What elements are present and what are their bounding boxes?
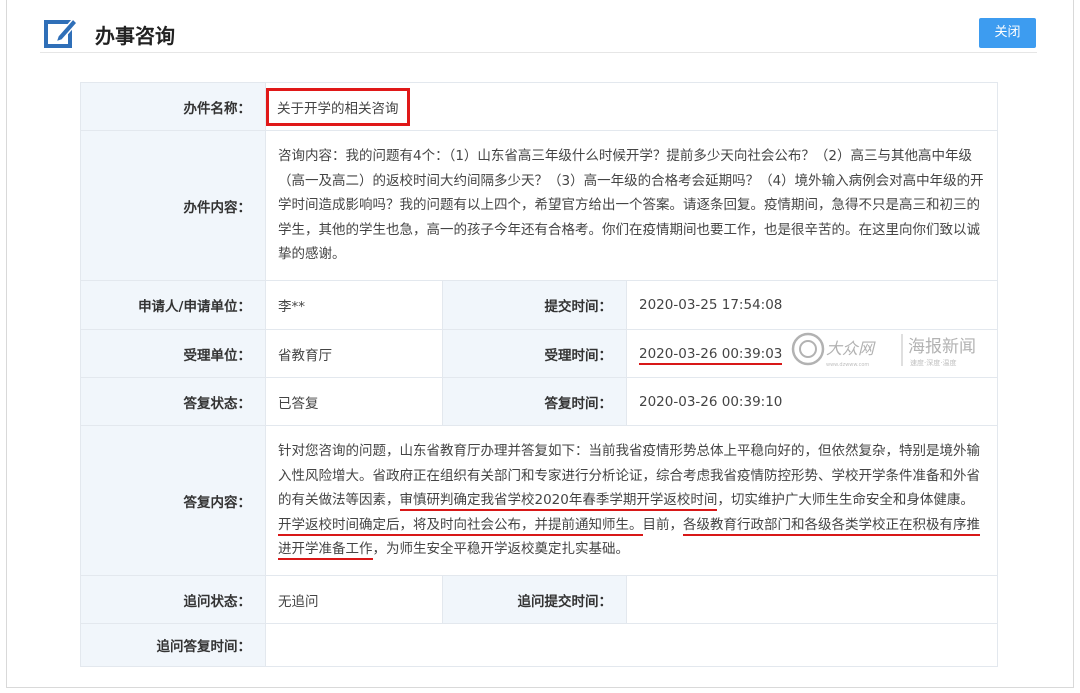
table-row: 答复内容： 针对您咨询的问题，山东省教育厅办理并答复如下：当前我省疫情形势总体上… [80, 425, 998, 576]
followup-status-label: 追问状态： [80, 575, 266, 624]
close-button[interactable]: 关闭 [979, 18, 1036, 48]
followup-submit-value [626, 575, 998, 624]
submit-time-value: 2020-03-25 17:54:08 [626, 280, 998, 330]
submit-time-label: 提交时间： [442, 280, 627, 330]
unit-value: 省教育厅 [265, 329, 443, 378]
watermark-domain: www.dzwww.com [826, 362, 869, 368]
table-row: 答复状态： 已答复 答复时间： 2020-03-26 00:39:10 [80, 377, 998, 426]
reply-time-label: 答复时间： [442, 377, 627, 426]
table-row: 追问状态： 无追问 追问提交时间： [80, 575, 998, 624]
reply-status-value: 已答复 [265, 377, 443, 426]
name-value: 关于开学的相关咨询 [266, 87, 410, 126]
followup-status-value: 无追问 [265, 575, 443, 624]
page-header: 办事咨询 [40, 12, 1037, 53]
content-label: 办件内容： [80, 130, 266, 281]
table-row: 追问答复时间： [80, 623, 998, 667]
table-row: 办件名称： 关于开学的相关咨询 [80, 82, 998, 131]
watermark-tagline: 速度·深度·温度 [910, 358, 956, 367]
reply-content-label: 答复内容： [80, 425, 266, 576]
table-row: 办件内容： 咨询内容：我的问题有4个：（1）山东省高三年级什么时候开学？提前多少… [80, 130, 998, 281]
underlined-text: 审慎研判确定我省学校2020年春季学期开学返校时间 [399, 492, 718, 512]
page-title: 办事咨询 [95, 24, 175, 48]
watermark-logo: 大众网 www.dzwww.com 海报新闻 速度·深度·温度 [791, 332, 976, 368]
accept-time-label: 受理时间： [442, 329, 627, 378]
detail-table: 办件名称： 关于开学的相关咨询 办件内容： 咨询内容：我的问题有4个：（1）山东… [80, 82, 998, 667]
accept-time-value: 2020-03-26 00:39:03 [639, 345, 783, 365]
name-label: 办件名称： [80, 82, 266, 131]
reply-time-value: 2020-03-26 00:39:10 [626, 377, 998, 426]
reply-content-value: 针对您咨询的问题，山东省教育厅办理并答复如下：当前我省疫情形势总体上平稳向好的，… [278, 431, 985, 570]
applicant-value: 李** [265, 280, 443, 330]
reply-status-label: 答复状态： [80, 377, 266, 426]
watermark-sub-brand: 海报新闻 [908, 337, 976, 357]
underlined-text: 开学返校时间确定后，将及时向社会公布，并提前通知师生。 [278, 516, 643, 536]
edit-icon [44, 17, 78, 48]
unit-label: 受理单位： [80, 329, 266, 378]
followup-reply-label: 追问答复时间： [80, 623, 266, 667]
content-value: 咨询内容：我的问题有4个：（1）山东省高三年级什么时候开学？提前多少天向社会公布… [278, 148, 984, 263]
followup-submit-label: 追问提交时间： [442, 575, 627, 624]
watermark-brand: 大众网 [826, 339, 876, 358]
followup-reply-value [265, 623, 998, 667]
table-row: 申请人/申请单位： 李** 提交时间： 2020-03-25 17:54:08 [80, 280, 998, 330]
applicant-label: 申请人/申请单位： [80, 280, 266, 330]
